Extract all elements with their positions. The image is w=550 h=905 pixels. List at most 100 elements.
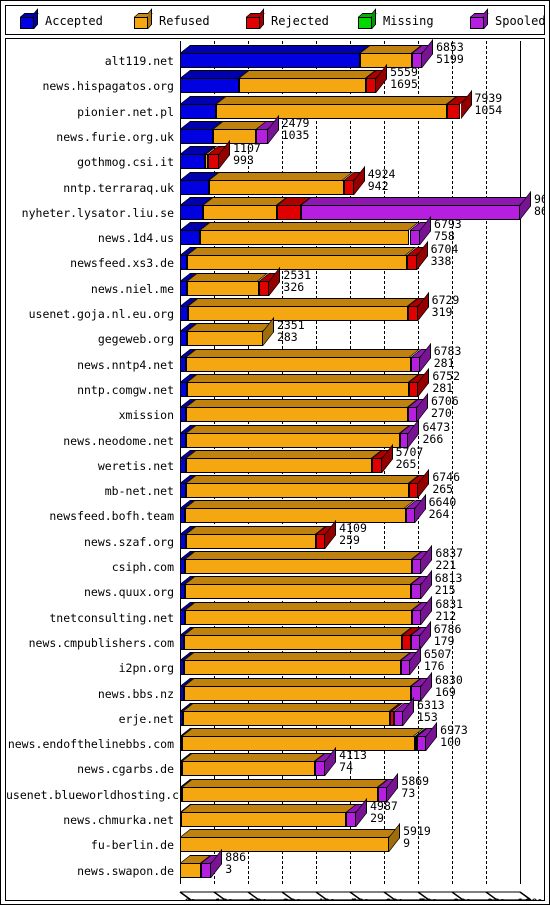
cube-icon (358, 8, 377, 29)
bar-value-secondary: 266 (422, 431, 444, 446)
category-label: nyheter.lysator.liu.se (21, 205, 174, 220)
bar-segment-top-refused (203, 196, 288, 205)
bar-segment-top-refused (187, 323, 274, 332)
bar-segment-rejected (343, 179, 354, 195)
bar-segment-top-refused (186, 348, 421, 357)
bar-segment-side (414, 494, 426, 524)
category-label: newsfeed.xs3.de (70, 256, 174, 271)
bar-segment-refused (184, 559, 412, 574)
bar-segment-rejected (401, 634, 411, 650)
bar-segment-spooled (401, 660, 410, 676)
bar-segment-top-refused (184, 652, 412, 661)
cube-icon (20, 8, 39, 29)
bar-segment-side (262, 317, 274, 347)
bar-segment-top-refused (186, 399, 419, 408)
legend-item-spooled: Spooled (470, 6, 546, 36)
bar-segment-rejected (447, 103, 461, 119)
bar-segment-refused (186, 407, 409, 423)
bar-segment-spooled (393, 710, 404, 726)
bar-value-secondary: 9 (403, 836, 411, 851)
bar-segment-spooled (408, 407, 417, 423)
bar-value-secondary: 212 (435, 608, 457, 623)
gridline-70 (418, 41, 419, 884)
bar-segment-accepted (180, 381, 187, 397)
bar-segment-rejected (277, 204, 302, 220)
bar-segment-rejected (406, 255, 417, 271)
bar-segment-accepted (180, 103, 217, 119)
bar-segment-side (389, 823, 401, 853)
bar-segment-side (417, 291, 429, 321)
category-label: news.furie.org.uk (56, 129, 174, 144)
bar-segment-rejected (365, 78, 377, 94)
bar-segment-refused (209, 179, 344, 195)
bar-segment-accepted (180, 204, 204, 220)
bar-segment-refused (186, 381, 409, 397)
category-label: news.quux.org (83, 585, 174, 600)
bar-value-secondary: 270 (430, 406, 452, 421)
bar-value-secondary: 5199 (436, 52, 464, 66)
category-label: nntp.comgw.net (77, 382, 174, 397)
bar-segment-top-refused (186, 424, 411, 433)
bar-value-secondary: 1035 (281, 127, 310, 142)
bar-segment-refused (185, 457, 373, 473)
bar-segment-refused (184, 609, 412, 625)
bar-segment-side (353, 165, 365, 195)
category-label: csiph.com (111, 560, 174, 574)
bar-segment-refused (184, 634, 402, 650)
bar-value-secondary: 942 (367, 178, 389, 193)
legend-item-rejected: Rejected (246, 6, 329, 36)
bar-segment-side (403, 696, 415, 726)
bar-segment-side (219, 140, 231, 170)
bar-value-secondary: 283 (276, 330, 298, 345)
bar-segment-rejected (408, 483, 419, 499)
legend-label: Spooled (495, 14, 546, 28)
bar-value-total: 886 (225, 849, 247, 864)
bar-value-secondary: 100 (440, 735, 461, 750)
bar-segment-accepted (180, 53, 361, 68)
bar-segment-side (419, 620, 431, 650)
bar-segment-top-refused (183, 702, 401, 711)
category-label: gothmog.csi.it (77, 155, 174, 170)
legend-label: Rejected (271, 14, 329, 28)
category-label: mb-net.net (104, 484, 174, 499)
category-label: weretis.net (97, 458, 174, 473)
bar-segment-top-refused (200, 222, 420, 231)
gridline-90 (486, 41, 487, 884)
bar-value-secondary: 326 (283, 279, 305, 294)
bar-segment-top-refused (181, 778, 389, 787)
bar-value-total: 6830 (435, 672, 463, 687)
cube-icon (246, 8, 265, 29)
bar-segment-refused (238, 78, 366, 94)
bar-value-secondary: 265 (395, 456, 417, 471)
category-label: news.nntp4.net (77, 357, 174, 372)
bar-segment-spooled (410, 356, 420, 372)
bar-segment-side (269, 266, 281, 296)
bar-segment-side (387, 772, 399, 802)
category-label: news.bbs.nz (97, 686, 174, 701)
bar-value-total: 6783 (433, 343, 462, 358)
bar-segment-refused (186, 432, 400, 448)
bar-value-secondary: 758 (434, 229, 455, 244)
bar-segment-accepted (180, 331, 188, 347)
bar-segment-refused (187, 280, 259, 296)
bar-segment-refused (185, 508, 406, 524)
bar-value-secondary: 169 (435, 684, 456, 699)
bar-segment-refused (183, 710, 391, 726)
bar-segment-side (419, 342, 431, 372)
bar-value-secondary: 1054 (474, 102, 503, 117)
category-label: pionier.net.pl (77, 104, 174, 119)
category-label: fu-berlin.de (90, 838, 174, 853)
chart-plot-area: alt119.net 6853 5199 news.hispagatos.org 555… (5, 38, 545, 901)
cube-icon (470, 8, 489, 29)
category-label: usenet.blueworldhosting.com (6, 787, 193, 802)
bar-segment-accepted (180, 306, 189, 321)
bar-segment-refused (185, 483, 409, 499)
bar-value-secondary: 265 (432, 482, 454, 497)
bar-segment-spooled (405, 508, 415, 524)
bar-segment-refused (181, 786, 378, 802)
legend-label: Accepted (45, 14, 103, 28)
bar-segment-spooled (346, 812, 357, 827)
bar-segment-side (420, 216, 432, 246)
bar-segment-refused (200, 230, 410, 246)
legend-item-missing: Missing (358, 6, 434, 36)
